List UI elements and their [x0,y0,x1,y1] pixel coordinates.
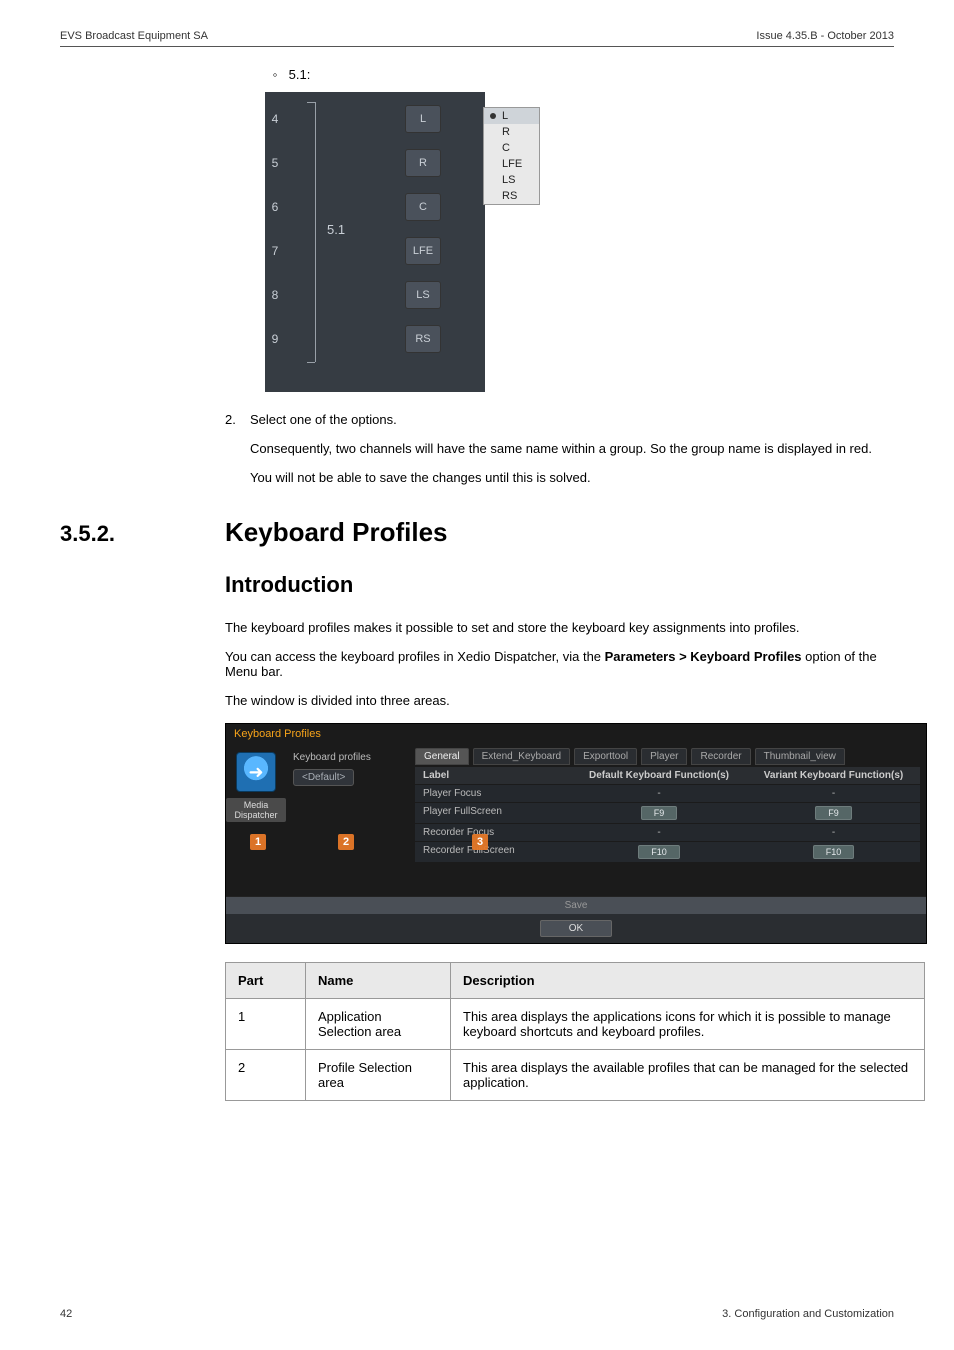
th-part: Part [226,963,306,999]
page-footer: 42 3. Configuration and Customization [60,1308,894,1320]
audio-channel-diagram: 5.1 4 L 5 R 6 C 7 LFE 8 LS 9 [265,92,894,392]
tab-extend-keyboard[interactable]: Extend_Keyboard [473,748,571,765]
step-paragraph: You will not be able to save the changes… [250,470,894,485]
keycap: F10 [638,845,680,859]
dropdown-option[interactable]: RS [484,188,539,204]
step-text: Select one of the options. [250,412,894,427]
tab-thumbnail-view[interactable]: Thumbnail_view [755,748,845,765]
dropdown-option[interactable]: R [484,124,539,140]
header-right: Issue 4.35.B - October 2013 [756,30,894,42]
area-marker-3: 3 [472,834,488,850]
row-num: 4 [265,112,285,126]
step-paragraph: Consequently, two channels will have the… [250,441,894,456]
channel-chip[interactable]: RS [405,325,441,353]
bullet-marker: ◦ [265,67,285,82]
body-paragraph: The window is divided into three areas. [225,693,894,708]
body-paragraph: The keyboard profiles makes it possible … [225,620,894,635]
row-num: 5 [265,156,285,170]
profile-item[interactable]: <Default> [293,769,354,786]
grid-header-variant: Variant Keyboard Function(s) [747,767,920,784]
row-num: 6 [265,200,285,214]
ok-button[interactable]: OK [540,920,612,937]
channel-dropdown[interactable]: L R C LFE LS RS [483,107,540,205]
grid-row[interactable]: Player Focus - - [415,784,920,802]
channel-chip[interactable]: LFE [405,237,441,265]
grid-row[interactable]: Recorder Focus - - [415,823,920,841]
channel-chip[interactable]: LS [405,281,441,309]
row-num: 7 [265,244,285,258]
description-table: Part Name Description 1 Application Sele… [225,962,925,1101]
grid-header-label: Label [415,767,571,784]
section-title: Keyboard Profiles [225,517,448,548]
profiles-list-title: Keyboard profiles [293,752,403,763]
step-number: 2. [225,412,250,485]
group-label: 5.1 [327,222,345,237]
function-tabs: General Extend_Keyboard Exporttool Playe… [415,748,920,765]
area-marker-1: 1 [250,834,266,850]
page-header: EVS Broadcast Equipment SA Issue 4.35.B … [60,30,894,47]
section-number: 3.5.2. [60,521,225,547]
window-title: Keyboard Profiles [226,724,926,744]
row-num: 8 [265,288,285,302]
table-row: 2 Profile Selection area This area displ… [226,1050,925,1101]
dropdown-option[interactable]: LFE [484,156,539,172]
channel-chip[interactable]: L [405,105,441,133]
profile-selection-area[interactable]: Keyboard profiles <Default> [287,744,409,896]
grid-header-default: Default Keyboard Function(s) [571,767,747,784]
keyboard-profiles-window: Keyboard Profiles ➜ Media Dispatcher Key… [225,723,927,944]
area-marker-2: 2 [338,834,354,850]
dropdown-option[interactable]: L [484,108,539,124]
tab-exporttool[interactable]: Exporttool [574,748,637,765]
dropdown-option[interactable]: C [484,140,539,156]
grid-row[interactable]: Player FullScreen F9 F9 [415,802,920,823]
body-paragraph: You can access the keyboard profiles in … [225,649,894,679]
row-num: 9 [265,332,285,346]
app-icon[interactable]: ➜ [236,752,276,792]
app-selection-area[interactable]: ➜ Media Dispatcher [226,744,287,896]
channel-chip[interactable]: C [405,193,441,221]
header-left: EVS Broadcast Equipment SA [60,30,208,42]
keycap: F10 [813,845,855,859]
table-row: 1 Application Selection area This area d… [226,999,925,1050]
selected-dot-icon [490,113,496,119]
subsection-title: Introduction [225,572,894,598]
tab-general[interactable]: General [415,748,469,765]
channel-chip[interactable]: R [405,149,441,177]
footer-section: 3. Configuration and Customization [722,1308,894,1320]
keycap: F9 [815,806,852,820]
ordered-step-2: 2. Select one of the options. Consequent… [225,412,894,485]
th-name: Name [306,963,451,999]
app-icon-label: Media Dispatcher [226,798,286,822]
dropdown-option[interactable]: LS [484,172,539,188]
save-button[interactable]: Save [226,896,926,914]
tab-player[interactable]: Player [641,748,687,765]
bullet-51: ◦ 5.1: [265,67,894,82]
page-number: 42 [60,1308,72,1320]
tab-recorder[interactable]: Recorder [691,748,750,765]
keycap: F9 [641,806,678,820]
bullet-label: 5.1: [289,67,311,82]
th-desc: Description [451,963,925,999]
grid-row[interactable]: Recorder FullScreen F10 F10 [415,841,920,862]
